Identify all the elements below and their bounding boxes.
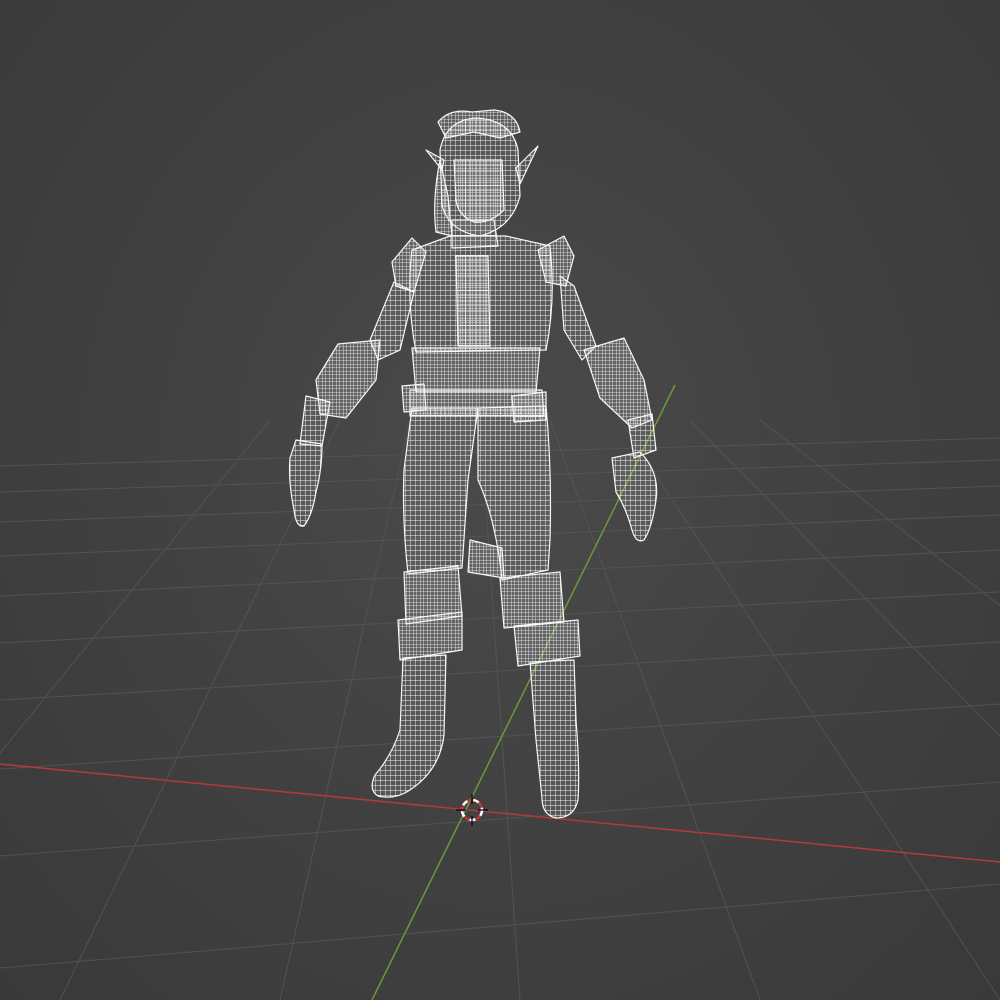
waist-rings	[411, 347, 541, 393]
left-hand	[288, 439, 323, 527]
right-forearm-bracer	[583, 337, 653, 429]
left-knee-pad	[403, 565, 463, 625]
vest-strap	[455, 255, 491, 347]
left-boot	[371, 654, 447, 798]
belt-pouch-right	[511, 391, 547, 423]
viewport-canvas[interactable]	[0, 0, 1000, 1000]
right-hand	[611, 451, 658, 542]
right-ear	[515, 145, 539, 185]
left-wrist	[299, 395, 331, 447]
face	[453, 159, 505, 223]
3d-viewport[interactable]	[0, 0, 1000, 1000]
right-wrist	[627, 413, 657, 459]
right-knee-pad	[499, 571, 565, 629]
left-leg	[402, 407, 479, 575]
right-boot-cuff	[513, 619, 581, 667]
right-boot	[529, 659, 580, 819]
